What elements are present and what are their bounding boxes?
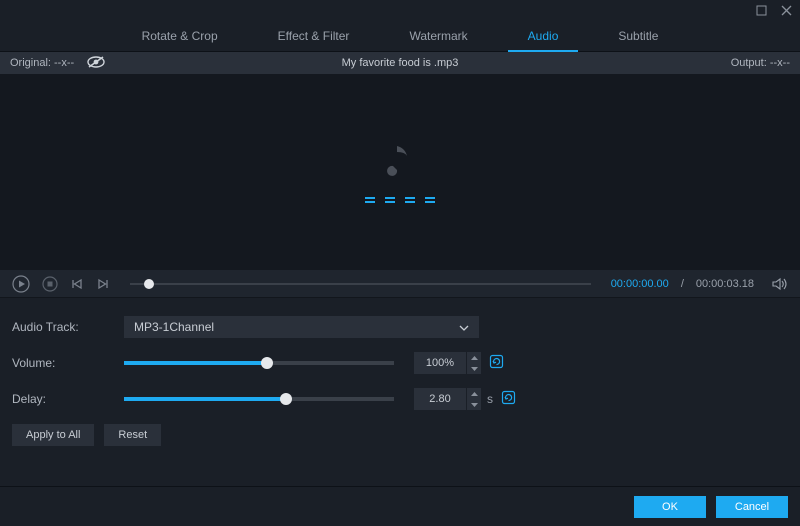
- filename: My favorite food is .mp3: [342, 57, 459, 69]
- current-time: 00:00:00.00: [611, 278, 669, 290]
- tabs: Rotate & Crop Effect & Filter Watermark …: [0, 20, 800, 52]
- footer: OK Cancel: [0, 486, 800, 526]
- tab-subtitle[interactable]: Subtitle: [598, 20, 678, 52]
- ok-button[interactable]: OK: [634, 496, 706, 518]
- delay-stepper[interactable]: [467, 388, 481, 410]
- delay-unit: s: [487, 392, 493, 406]
- preview-area: [0, 74, 800, 270]
- delay-value[interactable]: 2.80: [414, 388, 466, 410]
- delay-step-down[interactable]: [467, 399, 481, 410]
- output-dimensions: Output: --x--: [731, 57, 800, 69]
- tab-effect-filter[interactable]: Effect & Filter: [258, 20, 370, 52]
- delay-label: Delay:: [12, 392, 124, 406]
- volume-icon[interactable]: [772, 277, 788, 291]
- tab-watermark[interactable]: Watermark: [389, 20, 487, 52]
- volume-slider-fill: [124, 361, 267, 365]
- volume-slider-thumb[interactable]: [261, 357, 273, 369]
- info-bar: Original: --x-- My favorite food is .mp3…: [0, 52, 800, 74]
- delay-slider-thumb[interactable]: [280, 393, 292, 405]
- progress-thumb[interactable]: [144, 279, 154, 289]
- volume-label: Volume:: [12, 356, 124, 370]
- time-separator: /: [681, 278, 684, 290]
- volume-step-up[interactable]: [467, 352, 481, 363]
- prev-button[interactable]: [70, 277, 84, 291]
- maximize-icon[interactable]: [756, 5, 767, 16]
- delay-slider[interactable]: [124, 397, 394, 401]
- delay-reset-icon[interactable]: [501, 390, 516, 408]
- tab-rotate-crop[interactable]: Rotate & Crop: [122, 20, 238, 52]
- total-time: 00:00:03.18: [696, 278, 754, 290]
- apply-to-all-button[interactable]: Apply to All: [12, 424, 94, 446]
- music-note-icon: [385, 142, 415, 183]
- original-dimensions: Original: --x--: [10, 57, 74, 69]
- preview-toggle-icon[interactable]: [86, 55, 106, 72]
- volume-slider[interactable]: [124, 361, 394, 365]
- audio-track-value: MP3-1Channel: [134, 320, 214, 334]
- tab-audio[interactable]: Audio: [508, 20, 579, 52]
- audio-panel: Audio Track: MP3-1Channel Volume: 100% D…: [0, 298, 800, 456]
- chevron-down-icon: [459, 320, 469, 334]
- equalizer-icon: [365, 201, 435, 203]
- close-icon[interactable]: [781, 5, 792, 16]
- volume-reset-icon[interactable]: [489, 354, 504, 372]
- play-button[interactable]: [12, 275, 30, 293]
- volume-stepper[interactable]: [467, 352, 481, 374]
- cancel-button[interactable]: Cancel: [716, 496, 788, 518]
- progress-bar[interactable]: [130, 283, 591, 285]
- volume-value[interactable]: 100%: [414, 352, 466, 374]
- audio-track-label: Audio Track:: [12, 320, 124, 334]
- stop-button[interactable]: [42, 276, 58, 292]
- volume-step-down[interactable]: [467, 363, 481, 374]
- delay-slider-fill: [124, 397, 286, 401]
- delay-step-up[interactable]: [467, 388, 481, 399]
- next-button[interactable]: [96, 277, 110, 291]
- player-controls: 00:00:00.00 / 00:00:03.18: [0, 270, 800, 298]
- audio-track-select[interactable]: MP3-1Channel: [124, 316, 479, 338]
- reset-button[interactable]: Reset: [104, 424, 161, 446]
